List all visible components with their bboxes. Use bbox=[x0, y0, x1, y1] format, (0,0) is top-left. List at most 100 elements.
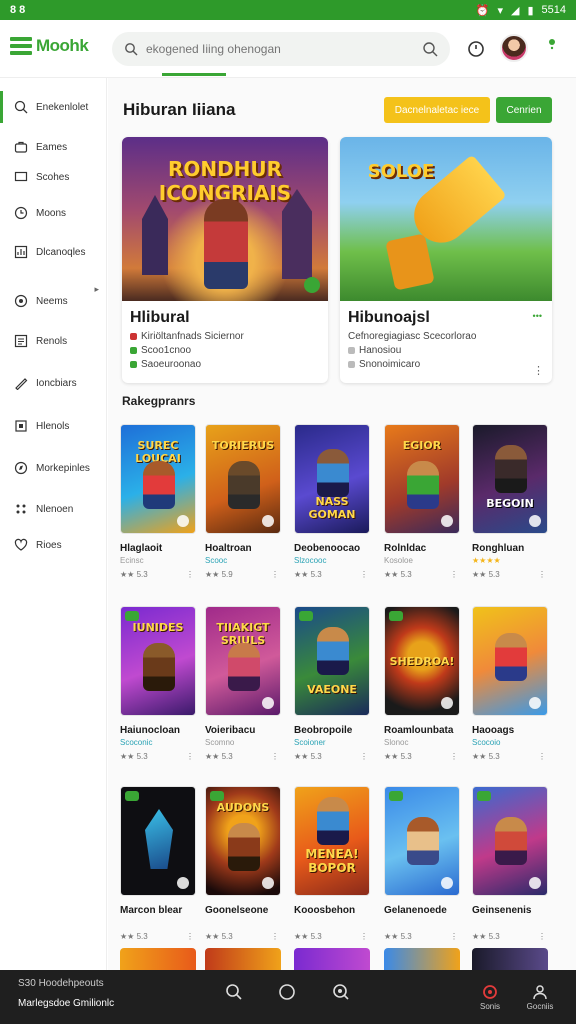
game-card[interactable]: SUREC LOUCAI Hlaglaoit Ecinsc ★★ 5.3 ⋮ bbox=[120, 424, 198, 582]
sidebar-item-moons[interactable]: Moons bbox=[0, 197, 107, 229]
sidebar-item-label: Scohes bbox=[36, 171, 70, 183]
sidebar-item-scores[interactable]: Scohes bbox=[0, 161, 107, 193]
chart-icon bbox=[14, 245, 28, 259]
game-card[interactable]: MENEA! BOPOR Kooosbehon ★★ 5.3 ⋮ bbox=[294, 786, 372, 944]
pen-icon bbox=[15, 378, 28, 390]
game-name: Haiunocloan bbox=[120, 725, 181, 736]
game-card[interactable]: EGIOR Rolnldac Kosoloe ★★ 5.3 ⋮ bbox=[384, 424, 462, 582]
kebab-menu-icon[interactable]: ⋮ bbox=[271, 932, 279, 941]
game-card[interactable]: VAEONE Beobropoile Scoioner ★★ 5.3 ⋮ bbox=[294, 606, 372, 764]
sidebar-item-downloads[interactable]: Dlcanoqles ▸ bbox=[0, 236, 107, 294]
more-dots-icon[interactable]: ••• bbox=[533, 311, 542, 321]
kebab-menu-icon[interactable]: ⋮ bbox=[186, 932, 194, 941]
game-sub: Scocoio bbox=[472, 738, 501, 747]
kebab-menu-icon[interactable]: ⋮ bbox=[186, 752, 194, 761]
kebab-menu-icon[interactable]: ⋮ bbox=[450, 570, 458, 579]
search-icon[interactable] bbox=[224, 982, 244, 1002]
game-name: Hlaglaoit bbox=[120, 543, 163, 554]
game-art-text: TORIERUS bbox=[211, 439, 275, 452]
featured-image: RONDHUR ICONGRIAIS bbox=[122, 137, 328, 301]
game-rating: ★★ 5.3 bbox=[472, 570, 500, 579]
game-card[interactable]: TORIERUS Hoaltroan Scooc ★★ 5.9 ⋮ bbox=[205, 424, 283, 582]
home-icon[interactable] bbox=[277, 982, 297, 1002]
game-card[interactable]: Gelanenoede ★★ 5.3 ⋮ bbox=[384, 786, 462, 944]
discover-icon[interactable] bbox=[331, 982, 351, 1002]
game-thumbnail-partial[interactable] bbox=[205, 948, 281, 970]
search-input[interactable] bbox=[146, 42, 414, 56]
signal-icon: ◢ bbox=[510, 4, 520, 17]
tag-icon bbox=[389, 611, 403, 621]
game-card[interactable]: Geinsenenis ★★ 5.3 ⋮ bbox=[472, 786, 550, 944]
kebab-menu-icon[interactable]: ⋮ bbox=[360, 570, 368, 579]
game-card[interactable]: Marcon blear ★★ 5.3 ⋮ bbox=[120, 786, 198, 944]
character-figure bbox=[143, 461, 175, 509]
sidebar-item-news[interactable]: Neems bbox=[0, 285, 107, 317]
game-sub: Scoconic bbox=[120, 738, 153, 747]
sidebar-item-games[interactable]: Eames bbox=[0, 131, 107, 163]
kebab-menu-icon[interactable]: ⋮ bbox=[186, 570, 194, 579]
game-thumbnail bbox=[472, 786, 548, 896]
sidebar-item-search[interactable]: Enekenlolet bbox=[0, 91, 107, 123]
kebab-menu-icon[interactable]: ⋮ bbox=[538, 570, 546, 579]
game-thumbnail-partial[interactable] bbox=[120, 948, 196, 970]
avatar[interactable] bbox=[500, 34, 528, 62]
game-thumbnail-partial[interactable] bbox=[384, 948, 460, 970]
game-thumbnail: AUDONS bbox=[205, 786, 281, 896]
sidebar-item-ioncbiars[interactable]: Ioncbiars bbox=[0, 367, 107, 399]
game-card[interactable]: SHEDROA! Roamlounbata Slonoc ★★ 5.3 ⋮ bbox=[384, 606, 462, 764]
app-logo[interactable]: Moohk bbox=[10, 36, 89, 56]
sidebar-item-nlenoen[interactable]: Nlenoen bbox=[0, 493, 107, 525]
sidebar-item-hlenols[interactable]: Hlenols bbox=[0, 410, 107, 442]
tab-label[interactable]: Gocniis bbox=[520, 1002, 560, 1011]
kebab-menu-icon[interactable]: ⋮ bbox=[538, 932, 546, 941]
featured-meta-2: Saoeuroonao bbox=[141, 359, 202, 370]
profile-icon[interactable] bbox=[530, 982, 550, 1002]
more-icon[interactable] bbox=[546, 38, 558, 50]
notifications-icon[interactable] bbox=[464, 37, 488, 61]
secondary-action-button[interactable]: Cenrien bbox=[496, 97, 552, 123]
game-sub bbox=[294, 918, 372, 928]
game-card[interactable]: BEGOIN Ronghluan ★★★★ ★★ 5.3 ⋮ bbox=[472, 424, 550, 582]
featured-card[interactable]: RONDHUR ICONGRIAIS Hlibural Kiriöltanfna… bbox=[122, 137, 328, 383]
box-icon bbox=[15, 420, 27, 432]
featured-title: Hlibural bbox=[130, 309, 190, 326]
primary-action-button[interactable]: Dacnelnaletac iece bbox=[384, 97, 490, 123]
game-name: Roamlounbata bbox=[384, 725, 454, 736]
game-rating: ★★ 5.3 bbox=[472, 932, 500, 941]
game-sub bbox=[205, 918, 283, 928]
hero-figure bbox=[204, 199, 248, 289]
game-card[interactable]: Haooags Scocoio ★★ 5.3 ⋮ bbox=[472, 606, 550, 764]
search-submit-icon[interactable] bbox=[422, 41, 438, 57]
game-sub: Kosoloe bbox=[384, 556, 413, 565]
featured-meta: Hanosiou bbox=[359, 345, 402, 356]
game-card[interactable]: AUDONS Goonelseone ★★ 5.3 ⋮ bbox=[205, 786, 283, 944]
kebab-menu-icon[interactable]: ⋮ bbox=[538, 752, 546, 761]
game-thumbnail: SHEDROA! bbox=[384, 606, 460, 716]
sidebar-item-marketplaces[interactable]: Morkepinles bbox=[0, 452, 107, 484]
leaf-icon bbox=[130, 347, 137, 354]
wifi-icon: ▾ bbox=[497, 4, 503, 17]
game-card[interactable]: IUNIDES Haiunocloan Scoconic ★★ 5.3 ⋮ bbox=[120, 606, 198, 764]
tab-label[interactable]: Sonis bbox=[470, 1002, 510, 1011]
featured-card[interactable]: SOLOE Hibunoajsl ••• Cefnoregiagiasc Sce… bbox=[340, 137, 552, 383]
sidebar-item-records[interactable]: Renols bbox=[0, 325, 107, 357]
kebab-menu-icon[interactable]: ⋮ bbox=[450, 932, 458, 941]
kebab-menu-icon[interactable]: ⋮ bbox=[271, 570, 279, 579]
search-bar[interactable] bbox=[112, 32, 450, 66]
game-card[interactable]: NASS GOMAN Deobenoocao Slzocooc ★★ 5.3 ⋮ bbox=[294, 424, 372, 582]
kebab-menu-icon[interactable]: ⋮ bbox=[360, 932, 368, 941]
game-thumbnail-partial[interactable] bbox=[472, 948, 548, 970]
game-card[interactable]: TIIAKIGT SRIULS Voieribacu Scomno ★★ 5.3… bbox=[205, 606, 283, 764]
kebab-menu-icon[interactable]: ⋮ bbox=[450, 752, 458, 761]
kebab-menu-icon[interactable]: ⋮ bbox=[360, 752, 368, 761]
kebab-menu-icon[interactable]: ⋮ bbox=[271, 752, 279, 761]
badge-icon bbox=[177, 515, 189, 527]
game-thumbnail-partial[interactable] bbox=[294, 948, 370, 970]
kebab-menu-icon[interactable]: ⋮ bbox=[533, 364, 544, 377]
featured-meta-2: Snonoimicaro bbox=[359, 359, 421, 370]
sidebar-item-favorites[interactable]: Rioes bbox=[0, 529, 107, 561]
tab-icon-red[interactable] bbox=[480, 982, 500, 1002]
play-badge-icon[interactable] bbox=[304, 277, 320, 293]
status-left: 8 8 bbox=[10, 4, 26, 16]
page-title: Hiburan Iiiana bbox=[123, 100, 236, 119]
